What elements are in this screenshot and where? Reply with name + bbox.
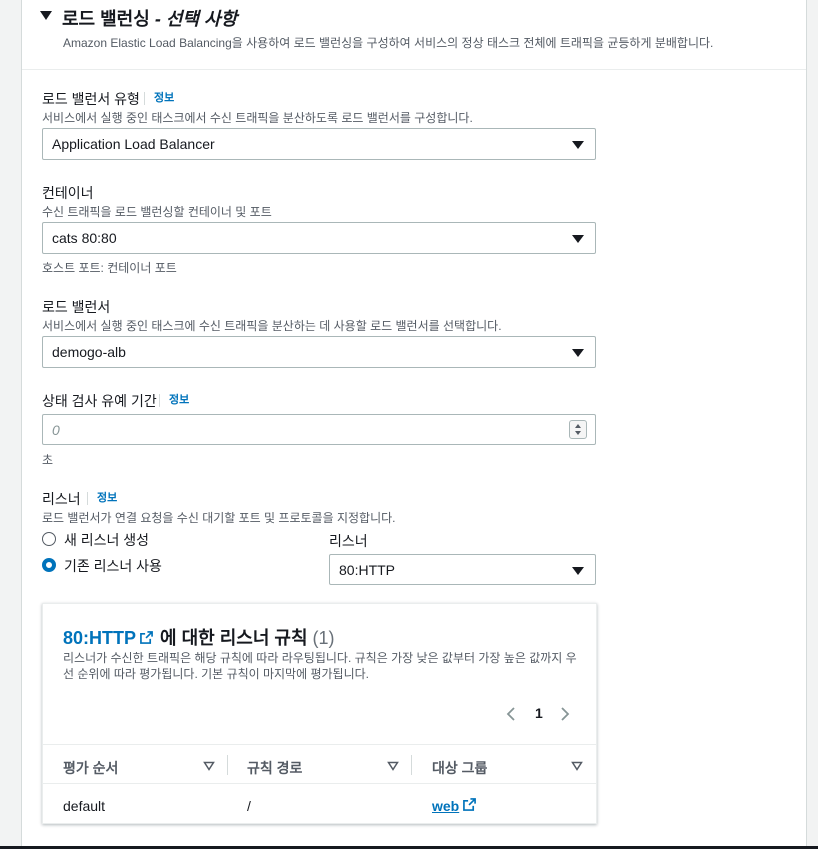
column-header-target-group[interactable]: 대상 그룹 <box>432 758 487 778</box>
number-spinner[interactable] <box>569 420 587 439</box>
dropdown-arrow-icon <box>572 349 584 357</box>
listener-info-link[interactable]: 정보 <box>87 492 117 505</box>
dropdown-arrow-icon <box>572 235 584 243</box>
dropdown-arrow-icon <box>572 567 584 575</box>
column-header-path[interactable]: 규칙 경로 <box>247 758 302 778</box>
sort-caret-icon[interactable] <box>387 761 399 771</box>
collapse-caret-icon[interactable] <box>40 11 52 20</box>
listener-description: 로드 밸런서가 연결 요청을 수신 대기할 포트 및 프로토콜을 지정합니다. <box>42 511 396 525</box>
listener-link[interactable]: 80:HTTP <box>63 628 160 648</box>
listener-select[interactable]: 80:HTTP <box>329 554 596 585</box>
radio-existing-listener-label: 기존 리스너 사용 <box>64 558 162 574</box>
chevron-right-icon[interactable] <box>559 706 571 722</box>
container-label: 컨테이너 <box>42 185 94 201</box>
dropdown-arrow-icon <box>572 141 584 149</box>
lb-type-label: 로드 밸런서 유형 <box>42 91 140 107</box>
sort-caret-icon[interactable] <box>571 761 583 771</box>
grace-period-label: 상태 검사 유예 기간 <box>42 393 157 409</box>
rules-count: (1) <box>312 628 335 648</box>
container-select[interactable]: cats 80:80 <box>42 222 596 254</box>
grace-period-unit: 초 <box>42 453 54 467</box>
lb-type-description: 서비스에서 실행 중인 태스크에서 수신 트래픽을 분산하도록 로드 밸런서를 … <box>42 111 473 125</box>
load-balancer-select[interactable]: demogo-alb <box>42 336 596 368</box>
spinner-down-icon[interactable] <box>575 431 581 435</box>
load-balancer-select-value: demogo-alb <box>52 344 126 360</box>
listener-label: 리스너 <box>42 491 81 507</box>
grace-period-info-link[interactable]: 정보 <box>159 394 189 407</box>
container-hint: 호스트 포트: 컨테이너 포트 <box>42 261 177 275</box>
section-title: 로드 밸런싱 - 선택 사항 <box>62 9 238 29</box>
lb-type-info-link[interactable]: 정보 <box>144 92 174 105</box>
pagination: 1 <box>505 704 577 724</box>
load-balancer-description: 서비스에서 실행 중인 태스크에 수신 트래픽을 분산하는 데 사용할 로드 밸… <box>42 319 502 333</box>
radio-existing-listener-button[interactable] <box>42 558 56 572</box>
current-page[interactable]: 1 <box>535 705 543 721</box>
external-link-icon <box>140 631 153 644</box>
rule-path-cell: / <box>247 798 251 814</box>
grace-period-placeholder: 0 <box>52 422 60 438</box>
column-divider[interactable] <box>227 755 228 775</box>
listener-rules-description: 리스너가 수신한 트래픽은 해당 규칙에 따라 라우팅됩니다. 규칙은 가장 낮… <box>63 651 577 681</box>
listener-rules-container: 80:HTTP 에 대한 리스너 규칙 (1) 리스너가 수신한 트래픽은 해당… <box>42 603 597 824</box>
container-description: 수신 트래픽을 로드 밸런싱할 컨테이너 및 포트 <box>42 205 272 219</box>
grace-period-input[interactable]: 0 <box>42 414 596 445</box>
column-divider[interactable] <box>411 755 412 775</box>
rules-table-header: 평가 순서 규칙 경로 대상 그룹 <box>43 744 596 784</box>
listener-select-value: 80:HTTP <box>339 562 396 578</box>
listener-select-label: 리스너 <box>329 533 368 549</box>
sort-caret-icon[interactable] <box>203 761 215 771</box>
radio-new-listener-button[interactable] <box>42 532 56 546</box>
section-header[interactable]: 로드 밸런싱 - 선택 사항 Amazon Elastic Load Balan… <box>22 0 806 70</box>
lb-type-select[interactable]: Application Load Balancer <box>42 128 596 160</box>
target-group-link[interactable]: web <box>432 798 478 814</box>
chevron-left-icon[interactable] <box>505 706 517 722</box>
load-balancing-panel: 로드 밸런싱 - 선택 사항 Amazon Elastic Load Balan… <box>21 0 807 849</box>
lb-type-select-value: Application Load Balancer <box>52 136 215 152</box>
radio-new-listener-label: 새 리스너 생성 <box>64 532 150 548</box>
listener-rules-title: 80:HTTP 에 대한 리스너 규칙 (1) <box>63 628 335 648</box>
external-link-icon <box>463 798 477 811</box>
load-balancer-label: 로드 밸런서 <box>42 299 111 315</box>
column-header-order[interactable]: 평가 순서 <box>63 758 118 778</box>
spinner-up-icon[interactable] <box>575 424 581 428</box>
rule-order-cell: default <box>63 798 106 814</box>
section-description: Amazon Elastic Load Balancing을 사용하여 로드 밸… <box>63 36 714 50</box>
container-select-value: cats 80:80 <box>52 230 117 246</box>
